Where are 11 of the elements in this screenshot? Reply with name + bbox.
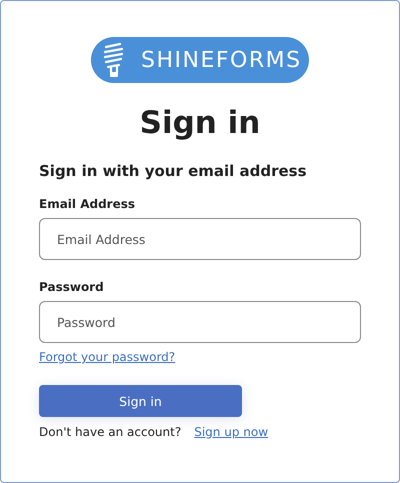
forgot-password-link[interactable]: Forgot your password?: [39, 350, 176, 364]
signup-prompt: Don't have an account?: [39, 425, 182, 439]
input-field[interactable]: Email Address: [39, 218, 361, 260]
sign-up-link[interactable]: Sign up now: [194, 425, 268, 439]
field-label: Password: [39, 279, 104, 296]
input-field[interactable]: Password: [39, 301, 361, 343]
subtitle: Sign in with your email address: [39, 161, 307, 182]
field-label: Email Address: [39, 196, 136, 213]
sign-in-button[interactable]: Sign in: [39, 385, 242, 417]
logo-text: SHINEFORMS: [141, 48, 302, 72]
page-title: Sign in: [140, 104, 260, 143]
